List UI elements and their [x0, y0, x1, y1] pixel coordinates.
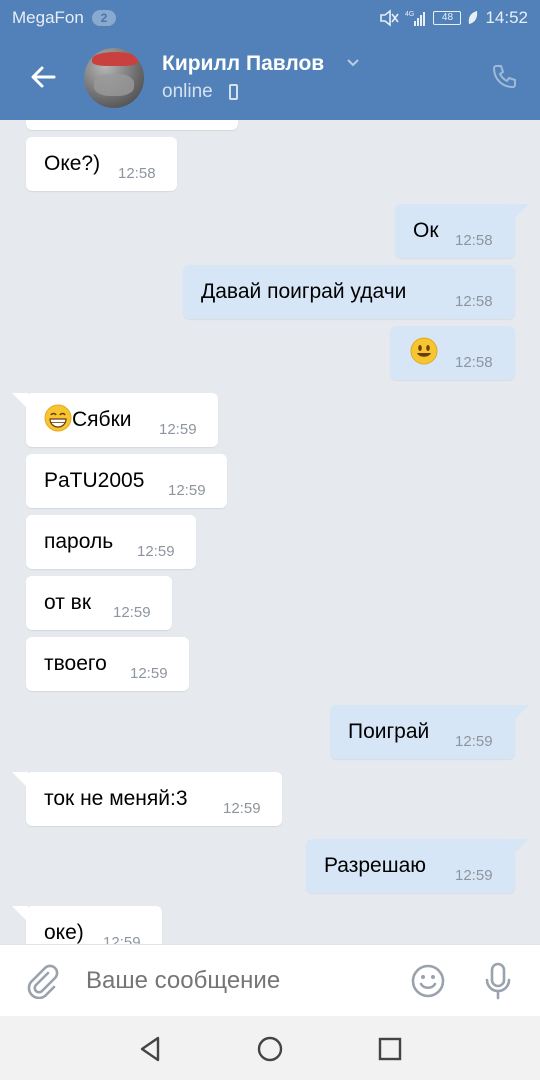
bubble-tail: [513, 204, 529, 218]
message-time: 12:59: [130, 665, 168, 682]
message-text: Оке?): [44, 152, 101, 175]
message-bubble-incoming[interactable]: оке) 12:59: [12, 906, 162, 945]
message-time: 12:59: [455, 733, 493, 750]
signal-icon: 4G: [405, 11, 426, 26]
nav-home-icon[interactable]: [255, 1034, 285, 1064]
system-nav-bar: [0, 1016, 540, 1080]
status-bar: MegaFon 2 4G 48 14:52: [0, 0, 540, 36]
message-bubble-partial[interactable]: [26, 120, 238, 130]
message-bubble-incoming[interactable]: PaTU2005 12:59: [26, 454, 227, 508]
message-time: 12:59: [168, 482, 206, 499]
message-time: 12:59: [223, 800, 261, 817]
attachment-icon[interactable]: [24, 963, 60, 999]
emoji-picker-icon[interactable]: [410, 963, 446, 999]
message-text: PaTU2005: [44, 469, 145, 492]
bubble-tail: [513, 839, 529, 853]
microphone-icon[interactable]: [482, 961, 514, 1001]
mobile-phone-icon: [229, 84, 238, 100]
message-text: ток не меняй:3: [44, 787, 188, 810]
message-text: от вк: [44, 591, 92, 614]
battery-indicator: 48: [433, 11, 462, 25]
message-bubble-incoming[interactable]: Сябки 12:59: [12, 393, 218, 447]
message-text: Сябки: [72, 408, 132, 431]
message-time: 12:59: [159, 421, 197, 438]
message-bubble-incoming[interactable]: Оке?) 12:58: [26, 137, 177, 191]
message-text: Разрешаю: [324, 854, 427, 877]
bubble-tail: [513, 705, 529, 719]
message-composer: [0, 944, 540, 1016]
contact-name[interactable]: Кирилл Павлов: [162, 52, 324, 76]
app-header: MegaFon 2 4G 48 14:52 Кирилл Павлов onli…: [0, 0, 540, 120]
message-text: пароль: [44, 530, 114, 553]
chevron-down-icon[interactable]: [346, 58, 360, 68]
message-bubble-incoming[interactable]: пароль 12:59: [26, 515, 196, 569]
presence-status: online: [162, 81, 213, 102]
avatar[interactable]: [84, 48, 144, 108]
message-list[interactable]: Оке?) 12:58 Ок 12:58 Давай поиграй удачи…: [0, 120, 540, 944]
message-bubble-outgoing[interactable]: Ок 12:58: [395, 204, 529, 258]
smiley-emoji-icon: [410, 337, 438, 365]
message-bubble-outgoing[interactable]: 12:58: [390, 326, 515, 380]
clock: 14:52: [485, 8, 528, 27]
nav-recents-icon[interactable]: [375, 1034, 405, 1064]
message-time: 12:58: [118, 165, 156, 182]
message-bubble-outgoing[interactable]: Давай поиграй удачи 12:58: [183, 265, 515, 319]
bubble-tail: [12, 906, 28, 920]
message-time: 12:58: [455, 354, 493, 371]
message-text: твоего: [44, 652, 107, 675]
message-time: 12:59: [113, 604, 151, 621]
message-text: оке): [44, 921, 84, 944]
mute-icon: [380, 9, 400, 27]
nav-back-icon[interactable]: [136, 1034, 166, 1064]
carrier-name: MegaFon: [12, 8, 84, 27]
message-input[interactable]: [86, 963, 386, 999]
message-time: 12:59: [103, 934, 141, 945]
message-bubble-outgoing[interactable]: Разрешаю 12:59: [306, 839, 529, 893]
message-text: Давай поиграй удачи: [201, 280, 407, 303]
leaf-icon: [469, 11, 478, 24]
message-bubble-outgoing[interactable]: Поиграй 12:59: [330, 705, 529, 759]
message-bubble-incoming[interactable]: ток не меняй:3 12:59: [12, 772, 282, 826]
bubble-tail: [12, 772, 28, 786]
sim-badge: 2: [92, 10, 116, 26]
message-text: Поиграй: [348, 720, 430, 743]
message-bubble-incoming[interactable]: твоего 12:59: [26, 637, 189, 691]
message-text: Ок: [413, 219, 439, 242]
status-icons: 4G 48 14:52: [379, 8, 528, 28]
message-time: 12:59: [455, 867, 493, 884]
svg-text:4G: 4G: [405, 11, 414, 18]
bubble-tail: [12, 393, 28, 407]
message-bubble-incoming[interactable]: от вк 12:59: [26, 576, 172, 630]
phone-call-icon[interactable]: [490, 63, 518, 91]
grin-emoji-icon: [44, 404, 72, 432]
message-time: 12:58: [455, 293, 493, 310]
message-time: 12:59: [137, 543, 175, 560]
message-time: 12:58: [455, 232, 493, 249]
back-arrow-icon[interactable]: [28, 62, 58, 92]
